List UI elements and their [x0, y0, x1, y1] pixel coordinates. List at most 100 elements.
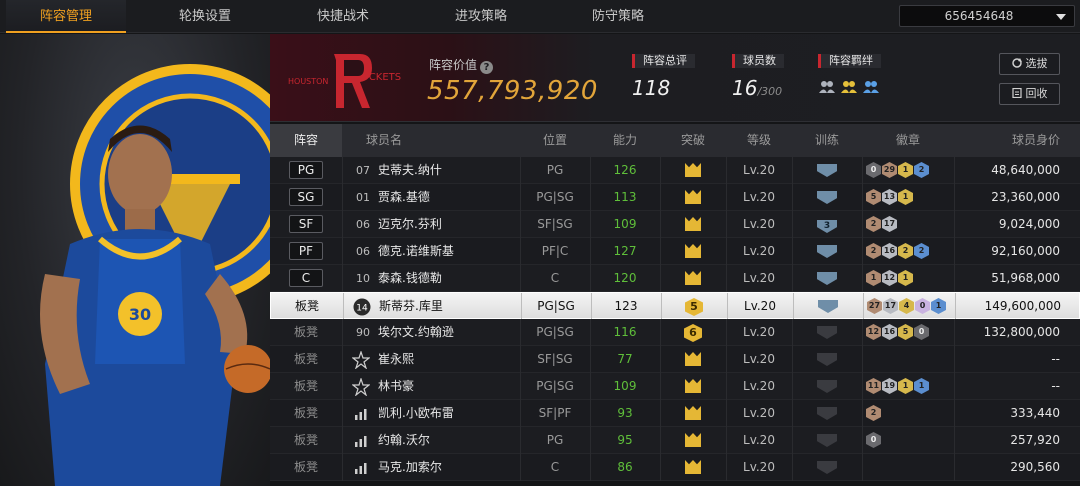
tab-offense[interactable]: 进攻策略 [421, 0, 541, 33]
training-status[interactable] [793, 293, 863, 320]
player-name[interactable]: 埃尔文.约翰逊 [378, 319, 454, 346]
bond-gold-icon[interactable] [840, 78, 858, 94]
player-name[interactable]: 迈克尔.芬利 [378, 211, 442, 238]
player-level: Lv.20 [743, 163, 775, 177]
breakthrough-level[interactable]: 5 [661, 293, 727, 320]
table-row[interactable]: 板凳 马克.加索尔 C 86 Lv.20 290,560 [270, 454, 1080, 481]
player-position: PG|SG [536, 190, 574, 204]
player-ability: 109 [613, 217, 637, 231]
lineup-slot: 板凳 [293, 352, 318, 366]
badge-list[interactable]: 2 [866, 405, 882, 421]
breakthrough-level[interactable]: 6 [660, 319, 726, 346]
table-row[interactable]: 板凳 崔永熙 SF|SG 77 Lv.20 -- [270, 346, 1080, 373]
player-name[interactable]: 马克.加索尔 [378, 454, 442, 481]
table-row[interactable]: PF 06 德克.诺维斯基 PF|C 127 Lv.20 2 16 2 2 92,160,000 [270, 238, 1080, 265]
recycle-button[interactable]: 回收 [999, 83, 1060, 105]
jersey-number: 01 [356, 191, 370, 204]
player-name[interactable]: 约翰.沃尔 [378, 427, 430, 454]
player-level: Lv.20 [744, 299, 776, 313]
training-status[interactable] [792, 157, 862, 184]
player-name[interactable]: 凯利.小欧布雷 [378, 400, 454, 427]
account-dropdown[interactable]: 656454648 [899, 5, 1075, 27]
bond-gray-icon[interactable] [818, 78, 836, 94]
breakthrough-level[interactable] [660, 184, 726, 211]
breakthrough-level[interactable] [660, 211, 726, 238]
training-status[interactable] [792, 265, 862, 292]
col-position[interactable]: 位置 [520, 124, 590, 157]
badge-list[interactable]: 2 17 [866, 216, 898, 232]
badge-icon: 17 [883, 298, 898, 314]
training-status[interactable] [792, 427, 862, 454]
refresh-icon [1011, 58, 1022, 68]
badge-icon: 5 [866, 189, 881, 205]
badge-icon: 19 [882, 378, 897, 394]
table-row[interactable]: SG 01 贾森.基德 PG|SG 113 Lv.20 5 13 1 23,360,000 [270, 184, 1080, 211]
training-icon [817, 407, 837, 420]
tab-lineup[interactable]: 阵容管理 [6, 0, 126, 33]
player-name[interactable]: 林书豪 [378, 373, 414, 400]
chevron-down-icon [1056, 14, 1066, 20]
training-status[interactable]: 3 [792, 211, 862, 238]
badge-list[interactable]: 11 19 1 1 [866, 378, 930, 394]
breakthrough-level[interactable] [660, 400, 726, 427]
badge-icon: 1 [914, 378, 929, 394]
breakthrough-level[interactable] [660, 427, 726, 454]
col-worth[interactable]: 球员身价 [954, 124, 1074, 157]
table-row[interactable]: C 10 泰森.钱德勒 C 120 Lv.20 1 12 1 51,968,000 [270, 265, 1080, 292]
training-status[interactable] [792, 400, 862, 427]
table-row[interactable]: SF 06 迈克尔.芬利 SF|SG 109 Lv.20 3 2 17 9,024,000 [270, 211, 1080, 238]
breakthrough-level[interactable] [660, 238, 726, 265]
training-status[interactable] [792, 319, 862, 346]
breakthrough-level[interactable] [660, 346, 726, 373]
table-row[interactable]: PG 07 史蒂夫.纳什 PG 126 Lv.20 0 29 1 2 48,640,000 [270, 157, 1080, 184]
table-row[interactable]: 板凳 林书豪 PG|SG 109 Lv.20 11 19 1 1 -- [270, 373, 1080, 400]
player-name[interactable]: 史蒂夫.纳什 [378, 157, 442, 184]
player-name[interactable]: 崔永熙 [378, 346, 414, 373]
training-status[interactable] [792, 238, 862, 265]
col-ability[interactable]: 能力 [590, 124, 660, 157]
player-name[interactable]: 斯蒂芬.库里 [379, 293, 443, 320]
badge-list[interactable]: 0 [866, 432, 882, 448]
select-button[interactable]: 选拔 [999, 53, 1060, 75]
player-name[interactable]: 德克.诺维斯基 [378, 238, 454, 265]
col-breakthrough[interactable]: 突破 [660, 124, 726, 157]
player-position: C [550, 271, 560, 285]
player-worth: 290,560 [1010, 460, 1060, 474]
col-player-name[interactable]: 球员名 [354, 124, 414, 157]
svg-text:14: 14 [356, 304, 368, 314]
table-row[interactable]: 板凳 14 斯蒂芬.库里 PG|SG 123 5 Lv.20 27 17 4 0 1 149,600,0… [270, 292, 1080, 320]
badge-list[interactable]: 12 16 5 0 [866, 324, 930, 340]
table-row[interactable]: 板凳 90 埃尔文.约翰逊 PG|SG 116 6 Lv.20 12 16 5 0 132,800,0… [270, 319, 1080, 346]
col-level[interactable]: 等级 [726, 124, 792, 157]
badge-list[interactable]: 2 16 2 2 [866, 243, 930, 259]
player-level: Lv.20 [743, 406, 775, 420]
bond-blue-icon[interactable] [862, 78, 880, 94]
badge-list[interactable]: 5 13 1 [866, 189, 914, 205]
breakthrough-level[interactable] [660, 265, 726, 292]
training-status[interactable] [792, 454, 862, 481]
player-name[interactable]: 贾森.基德 [378, 184, 430, 211]
player-name[interactable]: 泰森.钱德勒 [378, 265, 442, 292]
player-level: Lv.20 [743, 325, 775, 339]
table-row[interactable]: 板凳 约翰.沃尔 PG 95 Lv.20 0 257,920 [270, 427, 1080, 454]
table-row[interactable]: 板凳 凯利.小欧布雷 SF|PF 93 Lv.20 2 333,440 [270, 400, 1080, 427]
col-lineup[interactable]: 阵容 [270, 124, 342, 157]
training-status[interactable] [792, 184, 862, 211]
breakthrough-level[interactable] [660, 454, 726, 481]
badge-list[interactable]: 0 29 1 2 [866, 162, 930, 178]
tab-rotation[interactable]: 轮换设置 [145, 0, 265, 33]
breakthrough-level[interactable] [660, 157, 726, 184]
badge-list[interactable]: 1 12 1 [866, 270, 914, 286]
breakthrough-level[interactable] [660, 373, 726, 400]
star-icon [352, 378, 370, 396]
training-status[interactable] [792, 346, 862, 373]
col-training[interactable]: 训练 [792, 124, 862, 157]
badge-list[interactable]: 27 17 4 0 1 [867, 298, 947, 314]
crown-icon [685, 433, 701, 447]
help-icon[interactable]: ? [480, 61, 494, 74]
tab-defense[interactable]: 防守策略 [558, 0, 678, 33]
training-status[interactable] [792, 373, 862, 400]
tab-quick-tactics[interactable]: 快捷战术 [283, 0, 403, 33]
team-logo-left-text: HOUSTON [288, 77, 328, 86]
col-badges[interactable]: 徽章 [862, 124, 954, 157]
